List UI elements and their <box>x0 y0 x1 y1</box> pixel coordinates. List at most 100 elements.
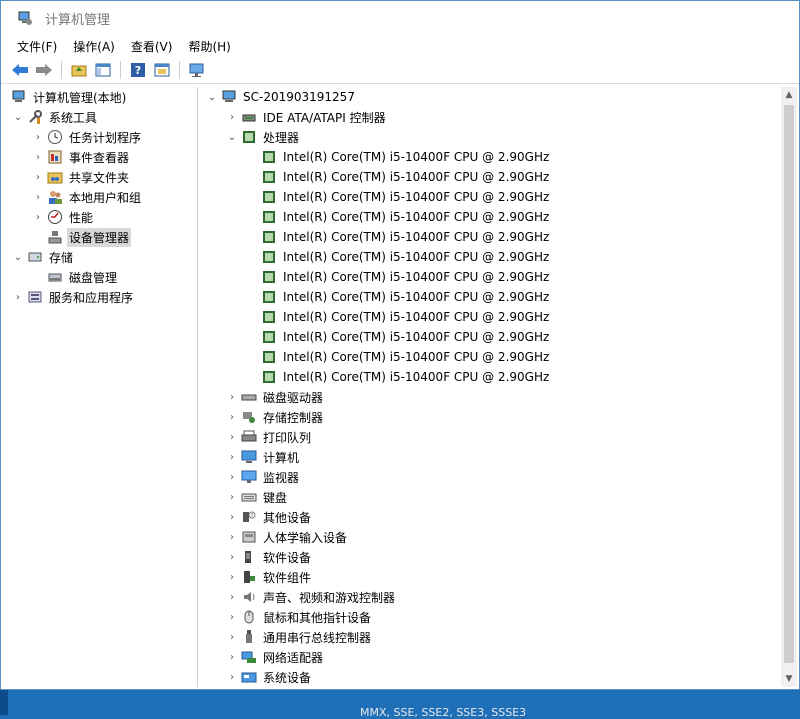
device-category-label: 软件组件 <box>263 570 312 585</box>
chevron-down-icon[interactable]: ⌄ <box>205 92 219 103</box>
device-category[interactable]: › 软件设备 <box>201 547 781 567</box>
vertical-scrollbar[interactable]: ▲ ▼ <box>781 87 797 687</box>
chevron-right-icon[interactable]: › <box>225 472 239 483</box>
device-category[interactable]: › 系统设备 <box>201 667 781 687</box>
device-category[interactable]: › 存储控制器 <box>201 407 781 427</box>
device-category[interactable]: › 软件组件 <box>201 567 781 587</box>
cpu-item[interactable]: Intel(R) Core(TM) i5-10400F CPU @ 2.90GH… <box>201 267 781 287</box>
show-hide-tree-button[interactable] <box>92 59 114 81</box>
device-category[interactable]: › 磁盘驱动器 <box>201 387 781 407</box>
chevron-right-icon[interactable]: › <box>225 612 239 623</box>
tree-shared-folders[interactable]: › 共享文件夹 <box>3 167 197 187</box>
device-category-ide[interactable]: › IDE ATA/ATAPI 控制器 <box>201 107 781 127</box>
cpu-item[interactable]: Intel(R) Core(TM) i5-10400F CPU @ 2.90GH… <box>201 207 781 227</box>
chevron-right-icon[interactable]: › <box>225 552 239 563</box>
cpu-item[interactable]: Intel(R) Core(TM) i5-10400F CPU @ 2.90GH… <box>201 367 781 387</box>
tree-root[interactable]: 计算机管理(本地) <box>3 87 197 107</box>
cpu-item[interactable]: Intel(R) Core(TM) i5-10400F CPU @ 2.90GH… <box>201 167 781 187</box>
menu-file[interactable]: 文件(F) <box>9 38 65 55</box>
cpu-item[interactable]: Intel(R) Core(TM) i5-10400F CPU @ 2.90GH… <box>201 327 781 347</box>
services-apps-label: 服务和应用程序 <box>49 290 134 305</box>
system-tools-label: 系统工具 <box>49 110 98 125</box>
chevron-right-icon[interactable]: › <box>225 112 239 123</box>
chevron-down-icon[interactable]: ⌄ <box>11 112 25 123</box>
monitor-icon <box>241 469 257 485</box>
chevron-right-icon[interactable]: › <box>225 592 239 603</box>
device-category-label: 通用串行总线控制器 <box>263 630 372 645</box>
device-category[interactable]: ›? 其他设备 <box>201 507 781 527</box>
scroll-down-icon[interactable]: ▼ <box>781 671 797 687</box>
properties-button[interactable] <box>151 59 173 81</box>
ide-controller-icon <box>241 109 257 125</box>
device-category[interactable]: › 通用串行总线控制器 <box>201 627 781 647</box>
scroll-up-icon[interactable]: ▲ <box>781 87 797 103</box>
tree-performance[interactable]: › 性能 <box>3 207 197 227</box>
device-category-label: 打印队列 <box>263 430 312 445</box>
device-root[interactable]: ⌄ SC-201903191257 <box>201 87 781 107</box>
back-button[interactable] <box>9 59 31 81</box>
chevron-right-icon[interactable]: › <box>225 512 239 523</box>
cpu-item[interactable]: Intel(R) Core(TM) i5-10400F CPU @ 2.90GH… <box>201 147 781 167</box>
tree-services-apps[interactable]: › 服务和应用程序 <box>3 287 197 307</box>
chevron-right-icon[interactable]: › <box>31 212 45 223</box>
scan-hardware-button[interactable] <box>186 59 208 81</box>
chevron-right-icon[interactable]: › <box>225 532 239 543</box>
shared-folder-icon <box>47 169 63 185</box>
cpu-label: Intel(R) Core(TM) i5-10400F CPU @ 2.90GH… <box>283 170 550 184</box>
chevron-down-icon[interactable]: ⌄ <box>11 252 25 263</box>
cpu-item[interactable]: Intel(R) Core(TM) i5-10400F CPU @ 2.90GH… <box>201 227 781 247</box>
tree-local-users-groups[interactable]: › 本地用户和组 <box>3 187 197 207</box>
device-category[interactable]: › 鼠标和其他指针设备 <box>201 607 781 627</box>
chevron-down-icon[interactable]: ⌄ <box>225 132 239 143</box>
chevron-right-icon[interactable]: › <box>225 392 239 403</box>
tree-event-viewer[interactable]: › 事件查看器 <box>3 147 197 167</box>
device-category[interactable]: › 键盘 <box>201 487 781 507</box>
cpu-label: Intel(R) Core(TM) i5-10400F CPU @ 2.90GH… <box>283 350 550 364</box>
console-tree: 计算机管理(本地) ⌄ 系统工具 › 任务计划程序 › 事件查看器 › 共享文件… <box>3 87 198 687</box>
device-category-processor[interactable]: ⌄ 处理器 <box>201 127 781 147</box>
menu-help[interactable]: 帮助(H) <box>180 38 238 55</box>
tree-system-tools[interactable]: ⌄ 系统工具 <box>3 107 197 127</box>
storage-icon <box>27 249 43 265</box>
device-category[interactable]: › 计算机 <box>201 447 781 467</box>
help-icon: ? <box>131 63 145 77</box>
chevron-right-icon[interactable]: › <box>31 172 45 183</box>
chevron-right-icon[interactable]: › <box>31 152 45 163</box>
processor-icon <box>261 309 277 325</box>
chevron-right-icon[interactable]: › <box>225 452 239 463</box>
device-category[interactable]: › 人体学输入设备 <box>201 527 781 547</box>
help-button[interactable]: ? <box>127 59 149 81</box>
device-category[interactable]: › 网络适配器 <box>201 647 781 667</box>
chevron-right-icon[interactable]: › <box>11 292 25 303</box>
tree-task-scheduler[interactable]: › 任务计划程序 <box>3 127 197 147</box>
menu-action[interactable]: 操作(A) <box>65 38 123 55</box>
menu-bar: 文件(F) 操作(A) 查看(V) 帮助(H) <box>1 35 799 57</box>
chevron-right-icon[interactable]: › <box>225 632 239 643</box>
cpu-item[interactable]: Intel(R) Core(TM) i5-10400F CPU @ 2.90GH… <box>201 307 781 327</box>
chevron-right-icon[interactable]: › <box>225 572 239 583</box>
chevron-right-icon[interactable]: › <box>225 412 239 423</box>
cpu-item[interactable]: Intel(R) Core(TM) i5-10400F CPU @ 2.90GH… <box>201 287 781 307</box>
device-category[interactable]: › 声音、视频和游戏控制器 <box>201 587 781 607</box>
device-manager-icon <box>47 229 63 245</box>
cpu-item[interactable]: Intel(R) Core(TM) i5-10400F CPU @ 2.90GH… <box>201 347 781 367</box>
scroll-thumb[interactable] <box>784 105 794 663</box>
menu-view[interactable]: 查看(V) <box>123 38 181 55</box>
tree-disk-management[interactable]: 磁盘管理 <box>3 267 197 287</box>
chevron-right-icon[interactable]: › <box>31 132 45 143</box>
forward-button[interactable] <box>33 59 55 81</box>
cpu-item[interactable]: Intel(R) Core(TM) i5-10400F CPU @ 2.90GH… <box>201 247 781 267</box>
category-list: › 磁盘驱动器 › 存储控制器 › 打印队列 › 计算机 › 监视器 › 键盘 ›? 其他设备 › 人体学输入… <box>201 387 781 687</box>
tree-storage[interactable]: ⌄ 存储 <box>3 247 197 267</box>
chevron-right-icon[interactable]: › <box>225 672 239 683</box>
chevron-right-icon[interactable]: › <box>225 432 239 443</box>
chevron-right-icon[interactable]: › <box>225 652 239 663</box>
up-folder-button[interactable] <box>68 59 90 81</box>
chevron-right-icon[interactable]: › <box>225 492 239 503</box>
device-category[interactable]: › 监视器 <box>201 467 781 487</box>
tree-device-manager[interactable]: 设备管理器 <box>3 227 197 247</box>
device-category[interactable]: › 打印队列 <box>201 427 781 447</box>
chevron-right-icon[interactable]: › <box>31 192 45 203</box>
title-bar: 计算机管理 <box>1 1 799 35</box>
cpu-item[interactable]: Intel(R) Core(TM) i5-10400F CPU @ 2.90GH… <box>201 187 781 207</box>
